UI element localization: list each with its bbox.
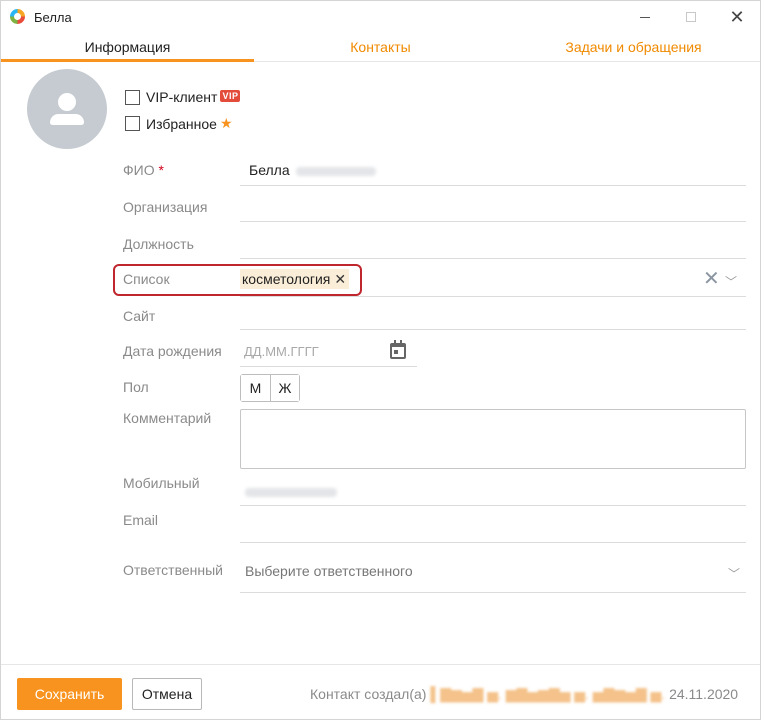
fio-label: ФИО *: [123, 162, 164, 178]
redacted-author: ▌▇▆▅▇ ▅. ▆▇▅▆▇▅ ▅. ▅▇▆▅▇ ▅.: [430, 686, 666, 702]
minimize-button[interactable]: [622, 1, 668, 33]
star-icon: ★: [219, 115, 233, 131]
avatar[interactable]: [27, 69, 107, 149]
birthdate-input[interactable]: ДД.ММ.ГГГГ: [244, 344, 319, 359]
fio-underline: [240, 185, 746, 186]
vip-row: VIP-клиент VIP: [125, 89, 241, 105]
list-label: Список: [123, 271, 170, 287]
redacted-phone: [245, 487, 337, 497]
responsible-select[interactable]: Выберите ответственного: [245, 563, 413, 579]
required-mark: *: [158, 162, 164, 178]
mobile-label: Мобильный: [123, 475, 200, 491]
vip-label: VIP-клиент: [146, 89, 218, 105]
user-icon: [58, 93, 76, 111]
responsible-underline: [240, 592, 746, 593]
tab-contacts[interactable]: Контакты: [254, 33, 507, 61]
title-bar: Белла ✕: [1, 1, 760, 33]
site-input[interactable]: [240, 329, 746, 330]
gender-female-button[interactable]: Ж: [270, 375, 299, 401]
user-icon-body: [50, 114, 84, 125]
site-label: Сайт: [123, 308, 156, 324]
organization-input[interactable]: [240, 221, 746, 222]
contact-window: Белла ✕ Информация Контакты Задачи и обр…: [0, 0, 761, 720]
save-button[interactable]: Сохранить: [17, 678, 122, 710]
fio-value: Белла: [249, 162, 290, 178]
fio-label-text: ФИО: [123, 162, 155, 178]
created-date: 24.11.2020: [669, 686, 739, 702]
favorite-label: Избранное: [146, 115, 217, 132]
tab-bar: Информация Контакты Задачи и обращения: [1, 33, 760, 62]
close-button[interactable]: ✕: [714, 1, 760, 33]
responsible-label: Ответственный: [123, 562, 223, 578]
favorite-checkbox[interactable]: [125, 116, 140, 131]
calendar-icon-dot: [394, 350, 398, 354]
gender-label: Пол: [123, 379, 149, 395]
birthdate-label: Дата рождения: [123, 343, 222, 359]
list-tag-label: косметология: [242, 271, 331, 287]
gender-toggle: М Ж: [240, 374, 300, 402]
created-by-note: Контакт создал(а) ▌▇▆▅▇ ▅. ▆▇▅▆▇▅ ▅. ▅▇▆…: [310, 686, 738, 703]
app-logo-icon: [10, 9, 25, 24]
mobile-input[interactable]: [241, 483, 337, 499]
email-label: Email: [123, 512, 159, 528]
created-prefix: Контакт создал(а): [310, 686, 427, 702]
footer-divider: [1, 664, 760, 665]
comment-label: Комментарий: [123, 410, 212, 426]
vip-badge: VIP: [220, 90, 241, 102]
favorite-row: Избранное ★: [125, 115, 233, 132]
email-input[interactable]: [240, 542, 746, 543]
maximize-button[interactable]: [668, 1, 714, 33]
comment-textarea[interactable]: [240, 409, 746, 469]
fio-input[interactable]: Белла: [249, 162, 376, 178]
remove-tag-icon[interactable]: ✕: [334, 271, 346, 288]
minimize-icon: [640, 16, 650, 18]
close-icon: ✕: [729, 7, 745, 27]
birthdate-underline: [240, 366, 417, 367]
maximize-icon: [686, 12, 696, 22]
tab-information[interactable]: Информация: [1, 33, 254, 62]
window-title: Белла: [34, 10, 72, 25]
position-label: Должность: [123, 236, 194, 252]
list-underline: [240, 296, 746, 297]
cancel-button[interactable]: Отмена: [132, 678, 202, 710]
list-chevron-down-icon[interactable]: ﹀: [725, 273, 737, 290]
calendar-icon[interactable]: [390, 340, 406, 359]
vip-checkbox[interactable]: [125, 89, 140, 105]
redacted-text: [295, 166, 376, 176]
position-input[interactable]: [240, 258, 746, 259]
gender-male-button[interactable]: М: [241, 375, 270, 401]
list-tag-chip: косметология ✕: [240, 269, 350, 289]
clear-list-icon[interactable]: ✕: [703, 269, 720, 289]
tab-tasks[interactable]: Задачи и обращения: [507, 33, 760, 61]
mobile-underline: [240, 505, 746, 506]
organization-label: Организация: [123, 199, 208, 215]
responsible-chevron-down-icon[interactable]: ﹀: [728, 565, 740, 582]
